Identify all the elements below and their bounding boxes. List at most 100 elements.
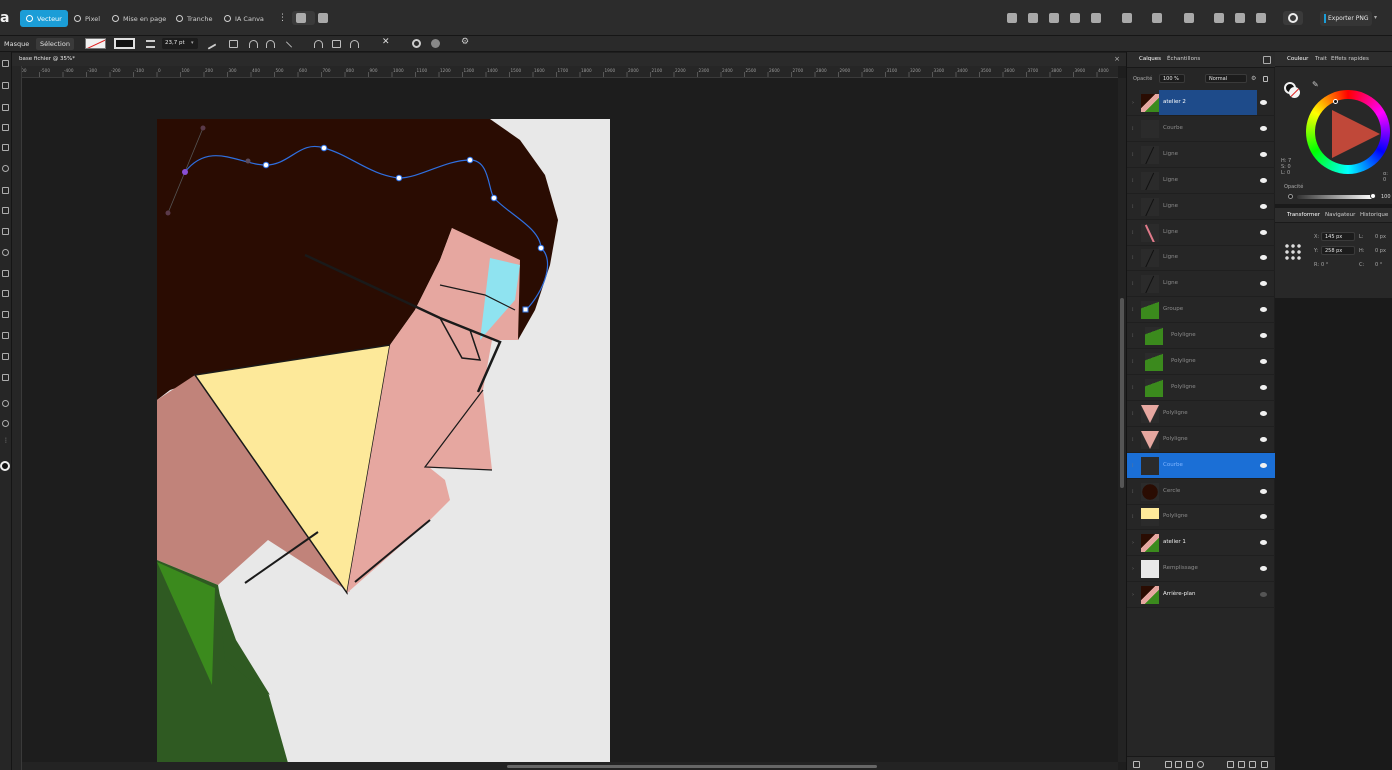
tab-history[interactable]: Historique bbox=[1360, 212, 1388, 218]
pixel-layer-icon[interactable] bbox=[1249, 761, 1256, 768]
tab-stroke[interactable]: Trait bbox=[1315, 56, 1327, 62]
layer-row[interactable]: › atelier 1 bbox=[1127, 530, 1275, 557]
visibility-eye-icon[interactable] bbox=[1260, 592, 1267, 598]
layer-row[interactable]: ⁞ Polyligne bbox=[1127, 401, 1275, 427]
layer-row[interactable]: ⁞ Ligne bbox=[1127, 142, 1275, 168]
layer-row[interactable]: ⁞ Polyligne bbox=[1127, 375, 1275, 401]
node-smart-icon[interactable] bbox=[266, 40, 275, 48]
vertical-scroll-thumb[interactable] bbox=[1120, 298, 1124, 488]
horizontal-scroll-thumb[interactable] bbox=[507, 765, 877, 768]
table-tool-icon[interactable] bbox=[2, 332, 9, 339]
layer-row[interactable]: ⁞ Ligne bbox=[1127, 220, 1275, 246]
width-value[interactable]: 0 px bbox=[1375, 234, 1386, 240]
persona-vector-button[interactable]: Vecteur bbox=[20, 10, 68, 27]
artboard-illustration[interactable] bbox=[22, 78, 1118, 762]
delete-layer-icon[interactable] bbox=[1261, 761, 1268, 768]
layer-expand-icon[interactable]: ⁞ bbox=[1132, 178, 1134, 184]
shape-tool-icon[interactable] bbox=[2, 270, 9, 277]
arrange-back-icon[interactable] bbox=[1007, 13, 1017, 23]
visibility-eye-icon[interactable] bbox=[1260, 203, 1267, 209]
layer-expand-icon[interactable]: ⁞ bbox=[1132, 307, 1134, 313]
color-picker-icon[interactable]: ✎ bbox=[1312, 80, 1319, 89]
visibility-eye-icon[interactable] bbox=[1260, 281, 1267, 287]
layer-expand-icon[interactable]: ⁞ bbox=[1132, 333, 1134, 339]
layer-expand-icon[interactable]: ⁞ bbox=[1132, 255, 1134, 261]
move-tool-icon[interactable] bbox=[2, 60, 9, 67]
visibility-eye-icon[interactable] bbox=[1260, 436, 1267, 442]
view-mode-icon[interactable] bbox=[296, 13, 306, 23]
break-curve-icon[interactable] bbox=[314, 40, 323, 48]
panel-menu-icon[interactable] bbox=[1263, 56, 1271, 64]
visibility-eye-icon[interactable] bbox=[1260, 384, 1267, 390]
visibility-eye-icon[interactable] bbox=[1260, 514, 1267, 520]
fill-color-icon[interactable] bbox=[1289, 87, 1300, 98]
layer-row[interactable]: ⁞ Courbe bbox=[1127, 116, 1275, 142]
cut-icon[interactable]: ✕ bbox=[382, 37, 390, 47]
tab-color[interactable]: Couleur bbox=[1287, 56, 1308, 62]
persona-slice-button[interactable]: Tranche bbox=[170, 10, 218, 27]
fx-icon[interactable] bbox=[1186, 761, 1193, 768]
crop-tool-icon[interactable] bbox=[2, 290, 9, 297]
stroke-width-dropdown-icon[interactable]: ▾ bbox=[191, 40, 194, 46]
frame-text-tool-icon[interactable] bbox=[2, 311, 9, 318]
zoom-tool-icon[interactable] bbox=[2, 420, 9, 427]
persona-ai-canva-button[interactable]: IA Canva bbox=[218, 10, 270, 27]
y-position-field[interactable]: 258 px bbox=[1321, 246, 1355, 255]
layer-expand-icon[interactable]: › bbox=[1132, 540, 1134, 546]
canvas-area[interactable] bbox=[22, 78, 1118, 762]
add-group-icon[interactable] bbox=[1227, 761, 1234, 768]
layer-row[interactable]: ⁞ Courbe bbox=[1127, 452, 1275, 479]
tab-navigator[interactable]: Navigateur bbox=[1325, 212, 1355, 218]
layer-row[interactable]: ⁞ Ligne bbox=[1127, 271, 1275, 298]
visibility-eye-icon[interactable] bbox=[1260, 540, 1267, 546]
horizontal-scrollbar[interactable] bbox=[22, 762, 1118, 770]
visibility-eye-icon[interactable] bbox=[1260, 488, 1267, 494]
control-handle-point[interactable] bbox=[165, 210, 171, 216]
layer-expand-icon[interactable]: ⁞ bbox=[1132, 437, 1134, 443]
layer-expand-icon[interactable]: ⁞ bbox=[1132, 514, 1134, 520]
visibility-eye-icon[interactable] bbox=[1260, 359, 1267, 364]
curve-node[interactable] bbox=[537, 244, 545, 252]
layer-expand-icon[interactable]: ⁞ bbox=[1132, 204, 1134, 210]
ellipse-tool-icon[interactable] bbox=[2, 249, 9, 256]
vertical-scrollbar[interactable] bbox=[1118, 78, 1126, 762]
fill-swatch[interactable] bbox=[85, 38, 106, 49]
snapping-icon[interactable] bbox=[318, 13, 328, 23]
x-position-field[interactable]: 145 px bbox=[1321, 232, 1355, 241]
hand-tool-icon[interactable] bbox=[2, 400, 9, 407]
layer-row[interactable]: ⁞ Groupe bbox=[1127, 297, 1275, 324]
height-value[interactable]: 0 px bbox=[1375, 248, 1386, 254]
more-icon[interactable]: ⋮ bbox=[278, 13, 287, 23]
layer-row[interactable]: ⁞ Ligne bbox=[1127, 168, 1275, 194]
export-png-button[interactable]: Exporter PNG bbox=[1320, 11, 1372, 26]
pencil-tool-icon[interactable] bbox=[2, 144, 9, 151]
control-handle-point[interactable] bbox=[200, 125, 206, 131]
arrange-forward-icon[interactable] bbox=[1049, 13, 1059, 23]
layer-expand-icon[interactable]: ⁞ bbox=[1132, 126, 1134, 132]
layer-expand-icon[interactable]: ⁞ bbox=[1132, 359, 1134, 365]
more-tools-icon[interactable]: ⋮ bbox=[3, 437, 9, 444]
snap-circle-icon[interactable] bbox=[412, 39, 421, 48]
layer-row[interactable]: › Arrière-plan bbox=[1127, 582, 1275, 609]
visibility-eye-icon[interactable] bbox=[1260, 462, 1267, 468]
close-document-icon[interactable]: × bbox=[1114, 55, 1120, 63]
opacity-slider[interactable] bbox=[1297, 195, 1373, 199]
curve-node[interactable] bbox=[466, 156, 474, 164]
curve-end-node[interactable] bbox=[522, 306, 529, 313]
node-sharp-icon[interactable] bbox=[229, 40, 238, 48]
layer-expand-icon[interactable]: ⁞ bbox=[1132, 385, 1134, 391]
layer-expand-icon[interactable]: › bbox=[1132, 592, 1134, 598]
color-swatch-icon[interactable] bbox=[0, 461, 10, 471]
corner-tool-icon[interactable] bbox=[2, 104, 9, 111]
add-layer-icon[interactable] bbox=[1238, 761, 1245, 768]
layer-row[interactable]: › Remplissage bbox=[1127, 556, 1275, 583]
visibility-eye-icon[interactable] bbox=[1260, 333, 1267, 339]
tab-swatches[interactable]: Échantillons bbox=[1167, 56, 1200, 62]
layer-row[interactable]: › atelier 2 bbox=[1127, 90, 1275, 116]
persona-pixel-button[interactable]: Pixel bbox=[68, 10, 106, 27]
layer-expand-icon[interactable]: ⁞ bbox=[1132, 463, 1134, 469]
color-wheel[interactable] bbox=[1306, 90, 1390, 174]
tab-transform[interactable]: Transformer bbox=[1287, 212, 1320, 218]
layer-row[interactable]: ⁞ Polyligne bbox=[1127, 504, 1275, 531]
vector-brush-tool-icon[interactable] bbox=[2, 374, 9, 381]
